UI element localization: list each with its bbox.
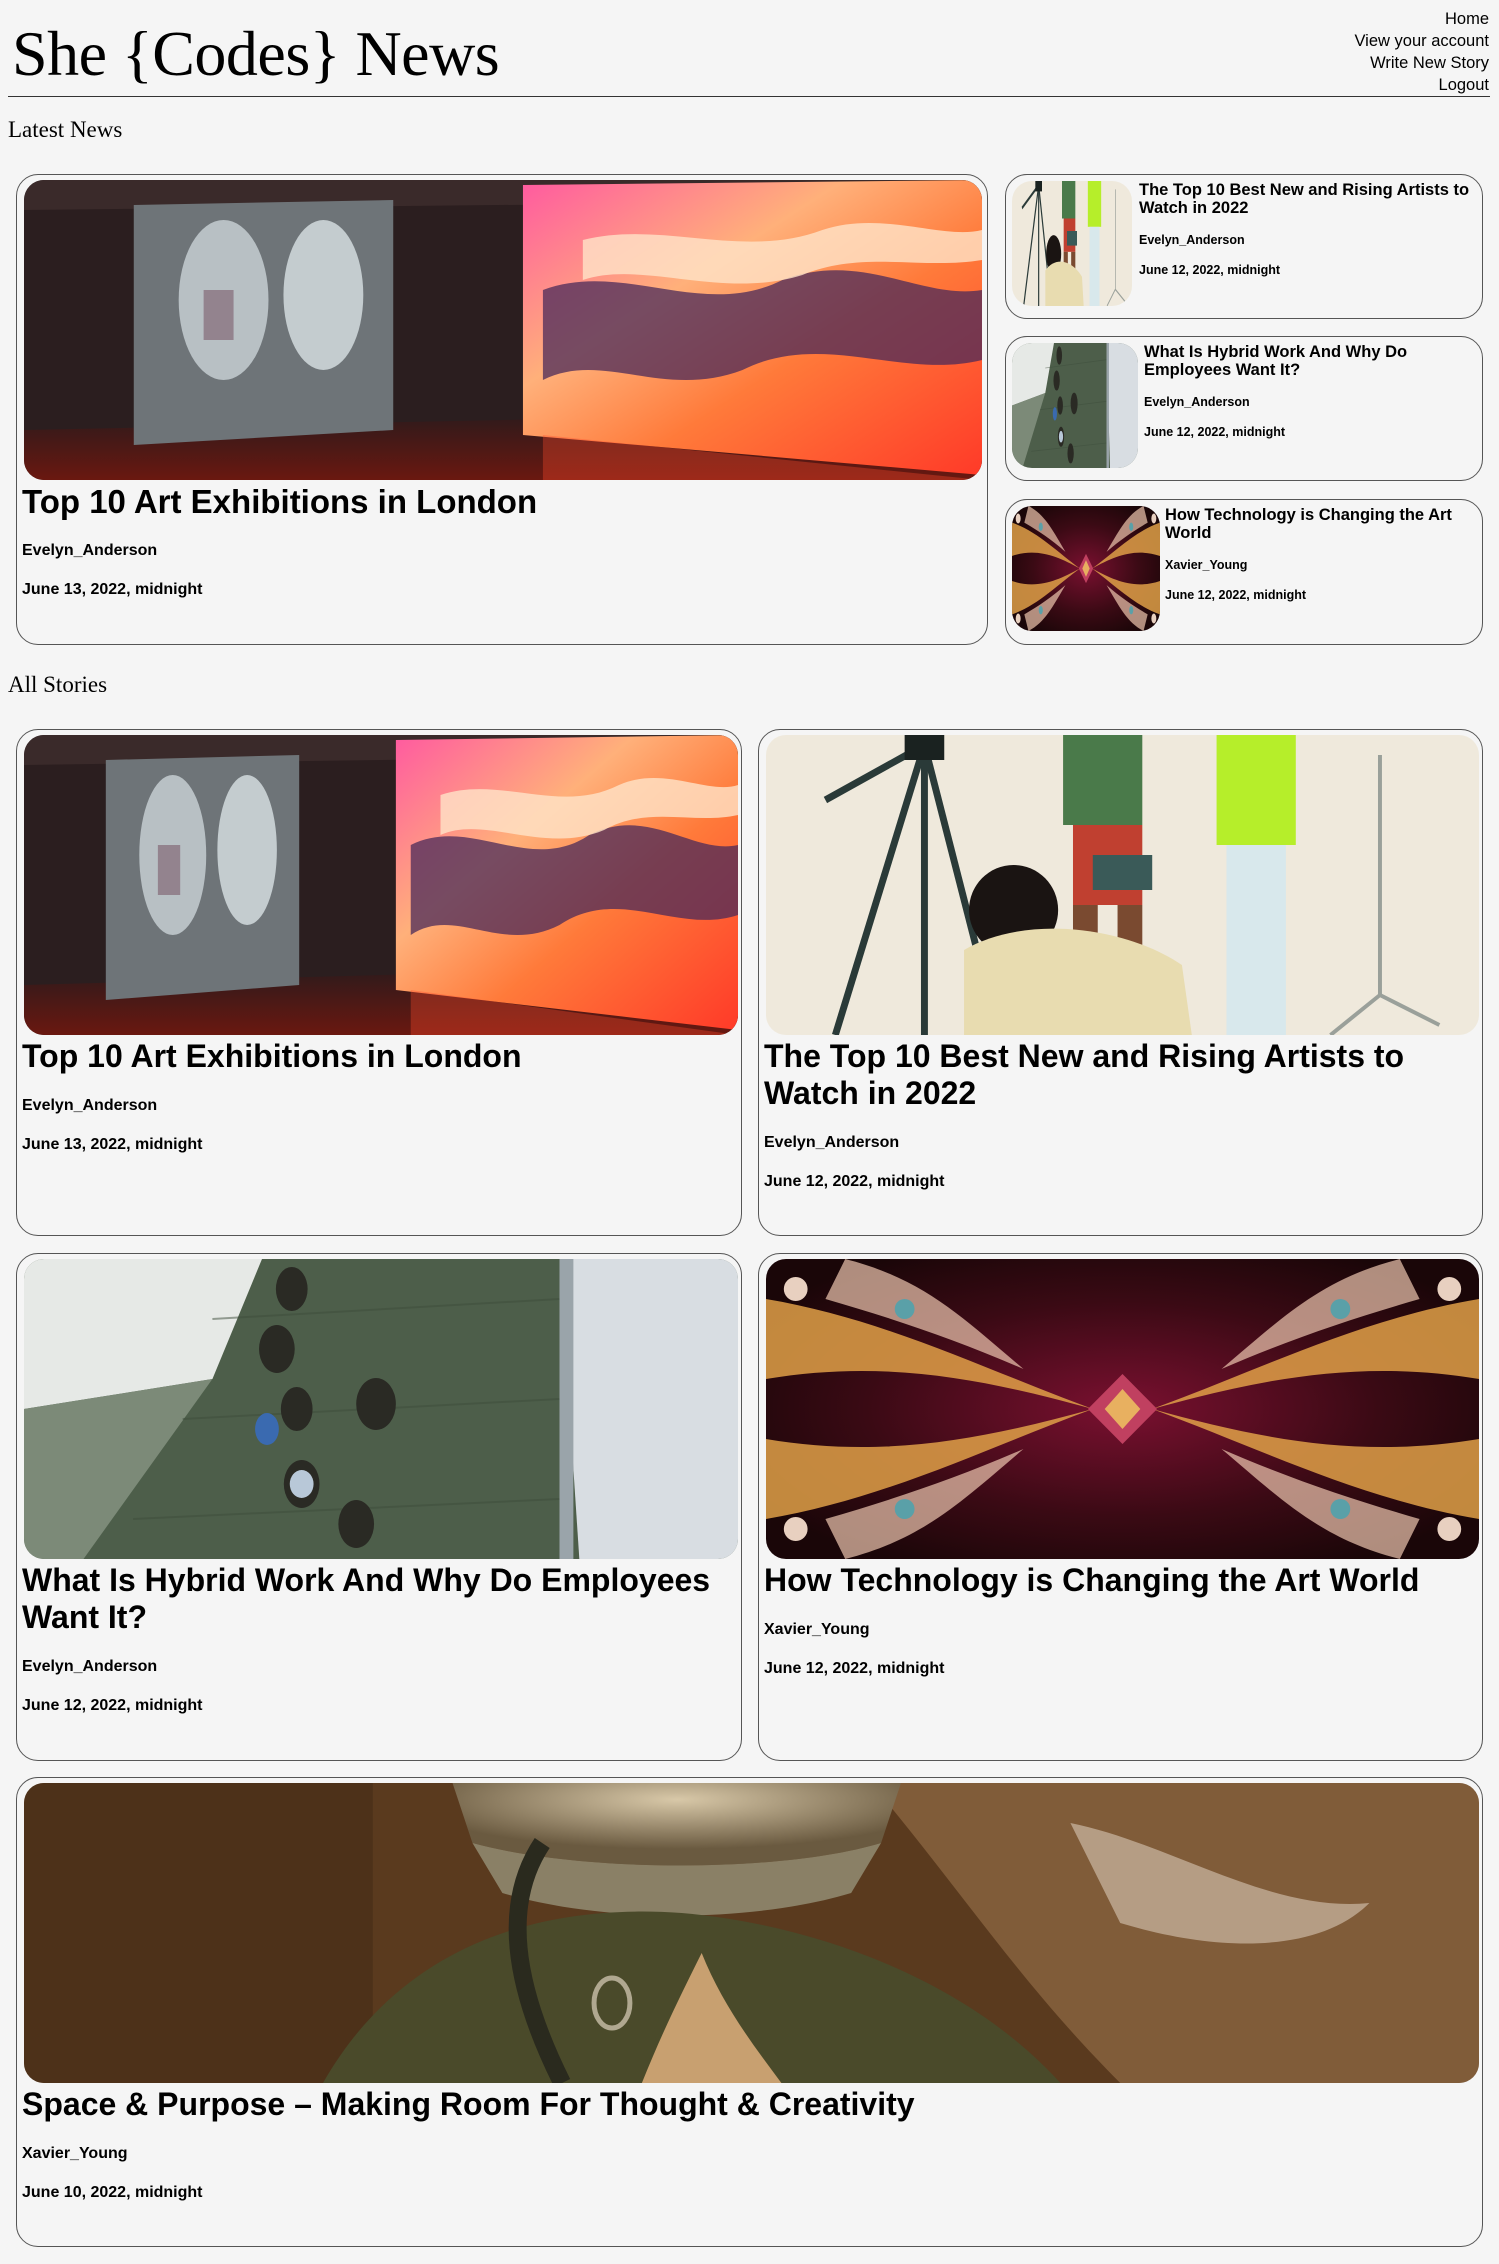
- story-title[interactable]: What Is Hybrid Work And Why Do Employees…: [22, 1562, 737, 1636]
- story-card[interactable]: What Is Hybrid Work And Why Do Employees…: [16, 1253, 742, 1761]
- story-author: Xavier_Young: [1165, 558, 1248, 572]
- side-story-card[interactable]: How Technology is Changing the Art World…: [1005, 499, 1483, 645]
- story-author: Xavier_Young: [764, 1621, 870, 1638]
- story-card[interactable]: Top 10 Art Exhibitions in London Evelyn_…: [16, 729, 742, 1236]
- story-card[interactable]: How Technology is Changing the Art World…: [758, 1253, 1483, 1761]
- story-author: Evelyn_Anderson: [764, 1134, 900, 1151]
- story-card[interactable]: The Top 10 Best New and Rising Artists t…: [758, 729, 1483, 1236]
- story-image[interactable]: [1012, 506, 1160, 631]
- story-image[interactable]: [1012, 181, 1132, 306]
- story-date: June 13, 2022, midnight: [22, 1136, 203, 1153]
- story-author: Evelyn_Anderson: [22, 1658, 158, 1675]
- site-title[interactable]: She {Codes} News: [12, 14, 500, 94]
- story-date: June 10, 2022, midnight: [22, 2184, 203, 2201]
- story-image[interactable]: [24, 735, 738, 1035]
- story-author: Xavier_Young: [22, 2145, 128, 2162]
- featured-story-card[interactable]: Top 10 Art Exhibitions in London Evelyn_…: [16, 174, 988, 645]
- story-title[interactable]: How Technology is Changing the Art World: [1165, 506, 1475, 542]
- story-date: June 12, 2022, midnight: [1165, 588, 1307, 602]
- story-date: June 12, 2022, midnight: [22, 1697, 203, 1714]
- story-title[interactable]: The Top 10 Best New and Rising Artists t…: [1139, 181, 1474, 217]
- story-image[interactable]: [24, 180, 982, 480]
- story-card[interactable]: Space & Purpose – Making Room For Though…: [16, 1777, 1483, 2247]
- site-header: She {Codes} News Home View your account …: [8, 0, 1490, 97]
- story-title[interactable]: How Technology is Changing the Art World: [764, 1562, 1464, 1599]
- story-image[interactable]: [24, 1259, 738, 1559]
- story-image[interactable]: [1012, 343, 1138, 468]
- story-image[interactable]: [24, 1783, 1479, 2083]
- story-date: June 12, 2022, midnight: [1139, 263, 1281, 277]
- story-author: Evelyn_Anderson: [22, 1097, 158, 1114]
- story-author: Evelyn_Anderson: [1144, 395, 1250, 409]
- story-date: June 13, 2022, midnight: [22, 581, 203, 598]
- top-nav: Home View your account Write New Story L…: [1354, 8, 1489, 96]
- latest-news-heading: Latest News: [8, 117, 123, 142]
- side-story-card[interactable]: The Top 10 Best New and Rising Artists t…: [1005, 174, 1483, 319]
- story-title[interactable]: Top 10 Art Exhibitions in London: [22, 483, 972, 520]
- story-title[interactable]: The Top 10 Best New and Rising Artists t…: [764, 1038, 1464, 1112]
- story-date: June 12, 2022, midnight: [1144, 425, 1286, 439]
- nav-logout-link[interactable]: Logout: [1354, 74, 1489, 96]
- nav-write-story-link[interactable]: Write New Story: [1354, 52, 1489, 74]
- all-stories-heading: All Stories: [8, 672, 108, 697]
- nav-account-link[interactable]: View your account: [1354, 30, 1489, 52]
- story-title[interactable]: Space & Purpose – Making Room For Though…: [22, 2086, 1462, 2123]
- story-image[interactable]: [766, 735, 1479, 1035]
- story-image[interactable]: [766, 1259, 1479, 1559]
- story-author: Evelyn_Anderson: [1139, 233, 1245, 247]
- story-title[interactable]: What Is Hybrid Work And Why Do Employees…: [1144, 343, 1474, 379]
- story-date: June 12, 2022, midnight: [764, 1173, 945, 1190]
- story-date: June 12, 2022, midnight: [764, 1660, 945, 1677]
- story-author: Evelyn_Anderson: [22, 542, 158, 559]
- story-title[interactable]: Top 10 Art Exhibitions in London: [22, 1038, 732, 1075]
- side-story-card[interactable]: What Is Hybrid Work And Why Do Employees…: [1005, 336, 1483, 481]
- nav-home-link[interactable]: Home: [1354, 8, 1489, 30]
